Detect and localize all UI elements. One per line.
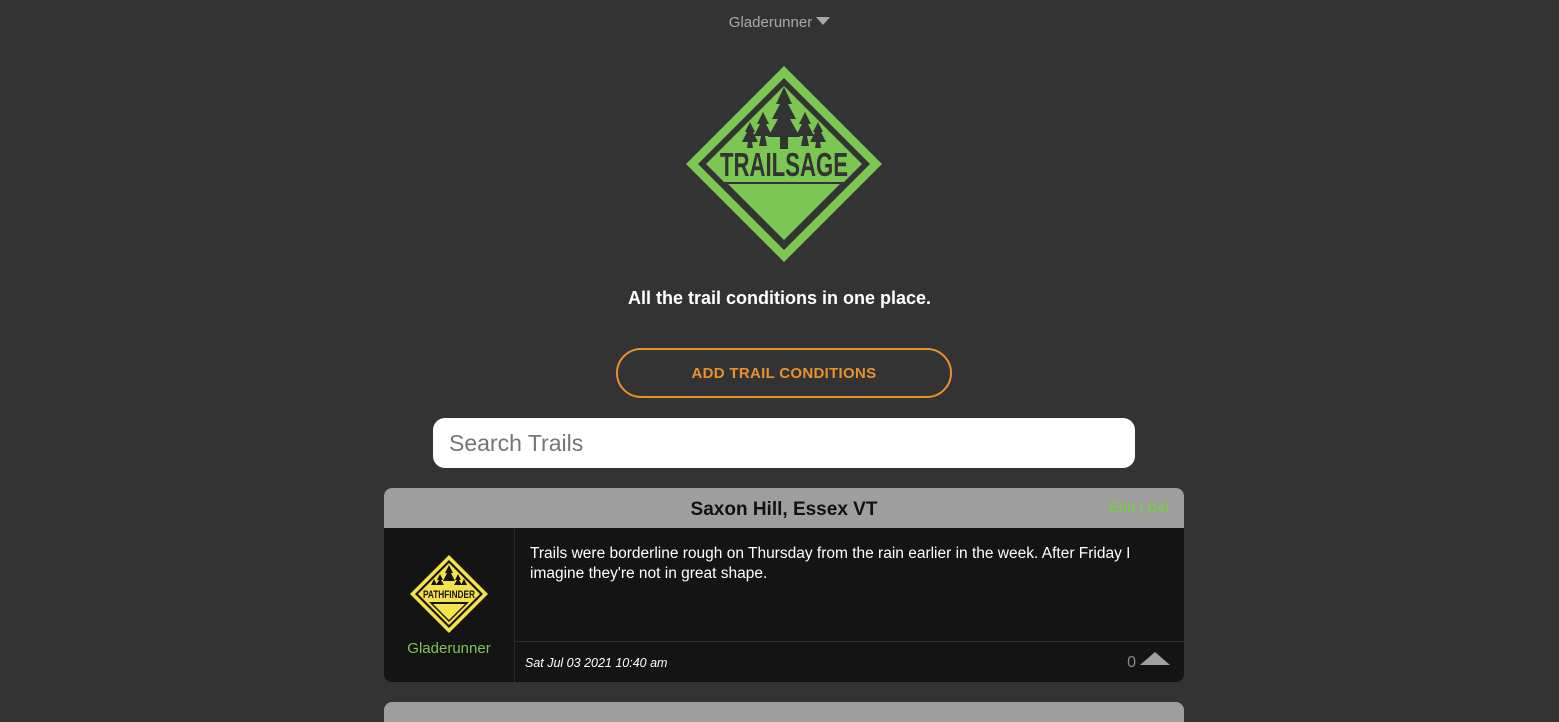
pathfinder-badge-icon: PATHFINDER (410, 555, 488, 633)
trailsage-logo: TRAILSAGE (686, 66, 882, 262)
badge-text: PATHFINDER (423, 589, 475, 601)
post-actions: Edit | Del (1109, 499, 1169, 515)
author-name[interactable]: Gladerunner (384, 640, 514, 657)
post-header: Saxon Hill, Essex VT Edit | Del (384, 488, 1184, 528)
user-menu-dropdown[interactable]: Gladerunner (0, 14, 1559, 31)
post-body: PATHFINDER Gladerunner Trails were borde… (384, 528, 1184, 682)
next-post-card-header (384, 702, 1184, 722)
username-label: Gladerunner (728, 14, 813, 31)
post-footer: Sat Jul 03 2021 10:40 am 0 (515, 641, 1184, 682)
upvote-arrow-icon[interactable] (1140, 652, 1170, 665)
search-trails-input[interactable] (433, 418, 1135, 468)
edit-link[interactable]: Edit (1109, 499, 1135, 515)
add-trail-conditions-button[interactable]: ADD TRAIL CONDITIONS (616, 348, 952, 398)
tagline: All the trail conditions in one place. (627, 288, 932, 308)
vote-area: 0 (1127, 652, 1170, 672)
caret-down-icon (816, 17, 831, 25)
trail-name: Saxon Hill, Essex VT (690, 499, 878, 520)
delete-link[interactable]: Del (1147, 499, 1169, 515)
post-text: Trails were borderline rough on Thursday… (530, 545, 1131, 582)
post-timestamp: Sat Jul 03 2021 10:40 am (525, 656, 668, 670)
action-separator: | (1139, 499, 1144, 515)
post-card: Saxon Hill, Essex VT Edit | Del PATHFIND… (384, 488, 1184, 682)
author-column: PATHFINDER Gladerunner (384, 528, 515, 682)
logo-text: TRAILSAGE (720, 146, 848, 183)
vote-count: 0 (1127, 654, 1136, 671)
